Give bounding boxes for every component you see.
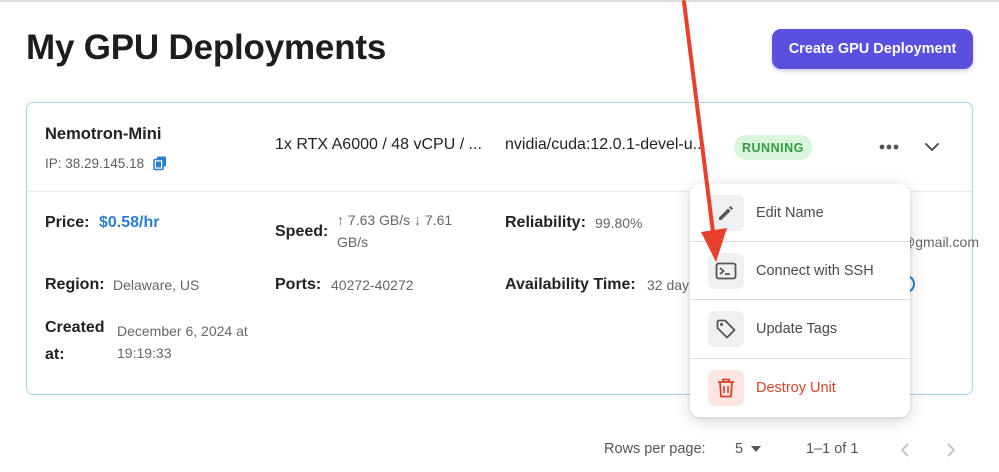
status-badge: RUNNING [734,135,812,160]
menu-item-label: Update Tags [756,321,838,337]
pagination-range: 1–1 of 1 [806,441,859,457]
more-options-icon[interactable] [877,135,901,159]
menu-item-update-tags[interactable]: Update Tags [690,300,910,358]
created-value-line1: December 6, 2024 at [117,323,248,339]
created-label-line2: at: [45,346,65,363]
email-fragment: @gmail.com [901,234,980,250]
chevron-down-icon[interactable] [920,135,944,159]
reliability-value: 99.80% [595,215,643,231]
rows-per-page-value: 5 [735,441,744,457]
reliability-label: Reliability: [505,214,586,231]
tag-icon [708,311,744,347]
unit-actions-menu: Edit Name Connect with SSH Update Tags D… [690,184,910,417]
pencil-icon [708,195,744,231]
copy-icon[interactable] [152,155,168,171]
created-label-line1: Created [45,319,105,336]
caret-down-icon [751,446,762,452]
menu-item-label: Edit Name [756,205,824,221]
speed-label: Speed: [275,223,329,240]
terminal-icon [708,253,744,289]
region-label: Region: [45,276,105,293]
menu-item-destroy-unit[interactable]: Destroy Unit [690,359,910,417]
rows-per-page-label: Rows per page: [604,441,706,457]
speed-value-line2: GB/s [337,234,369,250]
gpu-spec: 1x RTX A6000 / 48 vCPU / ... [275,136,482,153]
ip-text: IP: 38.29.145.18 [45,155,145,171]
next-page-icon[interactable] [946,442,960,458]
ports-label: Ports: [275,276,322,293]
container-image: nvidia/cuda:12.0.1-devel-u... [505,136,707,153]
region-value: Delaware, US [113,277,200,293]
speed-value-line1: ↑ 7.63 GB/s ↓ 7.61 [337,212,453,228]
availability-value: 32 day [647,277,690,293]
menu-item-connect-ssh[interactable]: Connect with SSH [690,242,910,300]
create-gpu-deployment-button[interactable]: Create GPU Deployment [772,29,973,69]
availability-label: Availability Time: [505,276,636,293]
rows-per-page-select[interactable]: 5 [735,441,762,457]
created-value-line2: 19:19:33 [117,345,172,361]
ports-value: 40272-40272 [331,277,414,293]
page-title: My GPU Deployments [26,28,387,67]
trash-icon [708,370,744,406]
previous-page-icon[interactable] [900,442,914,458]
top-edge-divider [0,0,999,2]
menu-item-edit-name[interactable]: Edit Name [690,184,910,242]
menu-item-label: Connect with SSH [756,263,874,279]
price-label: Price: [45,214,90,231]
price-value: $0.58/hr [99,214,160,231]
menu-item-label: Destroy Unit [756,380,836,396]
deployment-name: Nemotron-Mini [45,125,162,143]
ip-address: IP: 38.29.145.18 [45,155,168,171]
